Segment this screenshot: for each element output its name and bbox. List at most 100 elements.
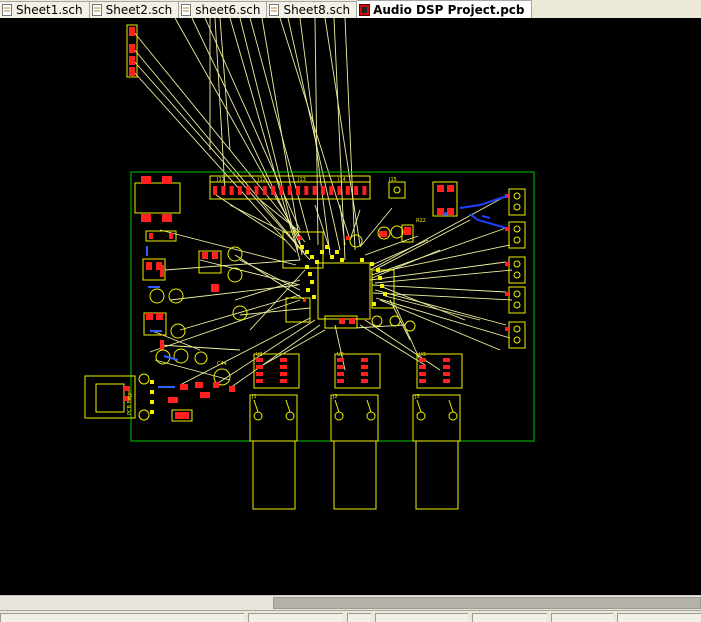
cap-label: C44 [217, 361, 227, 367]
ratsnest-line [375, 297, 511, 339]
smd-pad [305, 250, 309, 254]
header-pad [246, 186, 251, 195]
smd-pad [325, 245, 329, 249]
ratsnest-line [374, 289, 507, 326]
smd-pad [330, 255, 334, 259]
tab-sheet1[interactable]: Sheet1.sch [0, 1, 90, 18]
ratsnest-line [377, 219, 471, 269]
ratsnest-line [149, 329, 201, 351]
header-pad [237, 186, 242, 195]
header-label: J14 [337, 177, 346, 183]
jack-footprint [330, 394, 379, 442]
central-ics [282, 225, 416, 332]
jack-label: J1 [251, 394, 257, 400]
status-bar [0, 610, 701, 622]
ratsnest-line [249, 18, 311, 241]
header-pad [329, 186, 334, 195]
top-right-component [432, 181, 458, 217]
jack-body [252, 440, 296, 510]
ic-label: U2 [337, 352, 344, 358]
ratsnest-line [159, 344, 241, 351]
schematic-document-icon [2, 4, 12, 16]
tab-label: Sheet2.sch [105, 3, 173, 17]
ratsnest-line [204, 18, 301, 231]
ratsnest-line [179, 294, 301, 331]
left-components: C44 [142, 246, 248, 388]
ratsnest-line [364, 319, 441, 371]
header-label: J13 [297, 177, 306, 183]
ratsnest-line [132, 30, 306, 243]
ic-label: U3 [419, 352, 426, 358]
ratsnest-line [334, 324, 346, 371]
smd-pad [308, 272, 312, 276]
ratsnest-line [364, 235, 419, 256]
ratsnest-line [359, 324, 426, 366]
horizontal-scrollbar[interactable] [0, 595, 701, 610]
smd-pad [335, 250, 339, 254]
jack-body [333, 440, 377, 510]
header-pad [271, 186, 276, 195]
bottom-left-parts [168, 382, 235, 422]
header-label: J11 [216, 177, 225, 183]
tab-label: Sheet1.sch [16, 3, 83, 17]
tab-sheet6[interactable]: sheet6.sch [179, 1, 268, 18]
ratsnest-line [371, 249, 441, 279]
smd-pad [340, 258, 344, 262]
audio-jacks: U1 J1 U2 J2 U3 J3 [249, 352, 463, 510]
schematic-document-icon [181, 4, 192, 16]
header-pad [345, 186, 350, 195]
header-pad [337, 186, 342, 195]
tab-sheet2[interactable]: Sheet2.sch [89, 1, 180, 18]
header-pad [229, 186, 234, 195]
top-header-connector: J11 J12 J13 J14 J15 [209, 175, 397, 200]
ratsnest-line [132, 59, 311, 261]
pcb-editor-canvas[interactable]: J11 J12 J13 J14 J15 R22 C44 PCB Edge U1 … [0, 18, 701, 595]
pcb-layout-drawing: J11 J12 J13 J14 J15 R22 C44 PCB Edge U1J… [84, 18, 535, 510]
smd-pad [383, 292, 387, 296]
schematic-document-icon [91, 4, 102, 16]
header-pad [262, 186, 267, 195]
usb-connector: PCB Edge [84, 373, 154, 421]
ratsnest-connections [132, 18, 513, 389]
jack-label: J3 [414, 394, 420, 400]
smd-pad [310, 255, 314, 259]
header-pad [304, 186, 309, 195]
power-connector [134, 176, 181, 242]
edge-connector-label: PCB Edge [127, 391, 133, 415]
tab-audio-dsp-project-pcb[interactable]: Audio DSP Project.pcb [357, 0, 532, 18]
smd-pad [360, 258, 364, 262]
tab-label: Audio DSP Project.pcb [373, 2, 525, 17]
smd-pad [370, 262, 374, 266]
smd-pad [380, 284, 384, 288]
smd-pad [378, 276, 382, 280]
header-pad [254, 186, 259, 195]
header-pad [362, 186, 367, 195]
ratsnest-line [239, 18, 299, 251]
jack-footprint [412, 394, 461, 442]
resistor-r22: R22 [401, 218, 426, 243]
smd-pad [372, 302, 376, 306]
document-tab-bar: Sheet1.sch Sheet2.sch sheet6.sch Sheet8.… [0, 0, 701, 19]
ratsnest-line [132, 47, 301, 249]
header-pad [221, 186, 226, 195]
scrollbar-thumb[interactable] [273, 597, 701, 609]
jack-body [415, 440, 459, 510]
ratsnest-line [394, 304, 421, 361]
pcb-document-icon [359, 3, 371, 16]
board-outline [130, 171, 535, 442]
tab-label: sheet6.sch [195, 3, 261, 17]
ratsnest-line [179, 317, 311, 386]
right-side-connectors [459, 188, 526, 349]
smd-pad [310, 280, 314, 284]
schematic-document-icon [269, 4, 280, 16]
header-pad [213, 186, 217, 195]
ratsnest-line [287, 18, 341, 251]
header-pad [354, 186, 359, 195]
svg-text:R22: R22 [416, 218, 426, 224]
ratsnest-line [229, 324, 321, 389]
tab-sheet8[interactable]: Sheet8.sch [267, 1, 358, 18]
tab-label: Sheet8.sch [283, 3, 351, 17]
smd-pad [306, 288, 310, 292]
smd-pad [300, 245, 304, 249]
header-pad [312, 186, 317, 195]
